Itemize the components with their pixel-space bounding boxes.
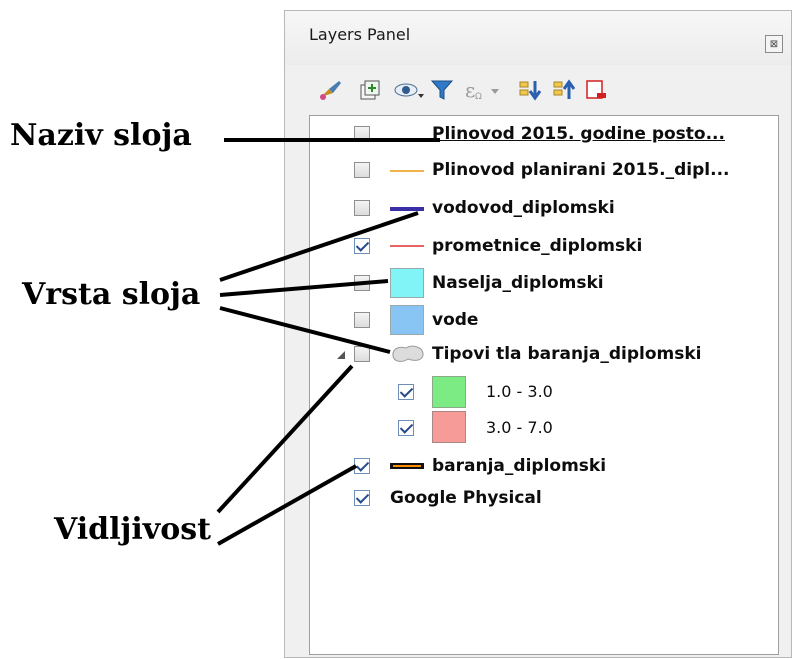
layer-type-pointer-3 <box>219 306 391 354</box>
annotation-layer-name: Naziv sloja <box>10 118 192 153</box>
visibility-pointer-2 <box>217 464 357 546</box>
layer-type-pointer-1 <box>219 211 419 282</box>
annotation-lines <box>216 138 440 546</box>
layer-type-pointer-2 <box>219 279 389 297</box>
annotation-layer-type: Vrsta sloja <box>22 277 201 312</box>
annotation-visibility: Vidljivost <box>54 512 211 547</box>
visibility-pointer-1 <box>216 364 354 514</box>
